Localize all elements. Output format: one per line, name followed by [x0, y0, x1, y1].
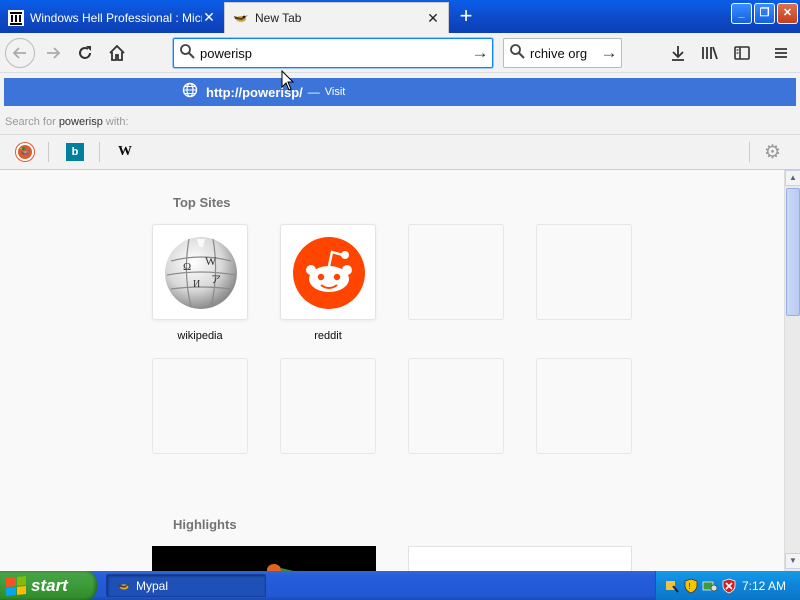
- tab-close-icon[interactable]: ✕: [426, 10, 440, 27]
- highlight-thumbnail: [267, 564, 294, 571]
- minimize-button[interactable]: _: [731, 3, 752, 24]
- search-for-prefix: Search for: [5, 116, 56, 128]
- back-arrow-icon: [12, 47, 26, 59]
- scroll-thumb[interactable]: [786, 188, 800, 316]
- top-site-reddit[interactable]: [280, 224, 376, 320]
- top-sites-heading: Top Sites: [173, 195, 231, 210]
- start-button[interactable]: start: [0, 571, 97, 600]
- svg-text:!: !: [689, 582, 691, 591]
- tab-label: New Tab: [255, 11, 302, 25]
- top-site-wikipedia[interactable]: Ω W И ア: [152, 224, 248, 320]
- svg-text:Ω: Ω: [183, 261, 191, 273]
- one-off-search-engines: 🦆 b W ⚙: [0, 134, 800, 168]
- menu-button[interactable]: [766, 38, 796, 68]
- title-bar: Windows Hell Professional : Micros ✕ New…: [0, 0, 800, 33]
- search-go-arrow-icon[interactable]: →: [597, 43, 621, 63]
- network-icon[interactable]: [702, 578, 718, 594]
- home-button[interactable]: [102, 38, 132, 68]
- download-icon: [672, 46, 684, 61]
- mypal-icon: [117, 582, 131, 589]
- top-site-label: reddit: [314, 330, 342, 342]
- reload-icon: [79, 46, 91, 59]
- highlights-heading: Highlights: [173, 517, 237, 532]
- tab-new-tab[interactable]: New Tab ✕: [224, 2, 449, 33]
- wikipedia-icon[interactable]: W: [116, 143, 134, 161]
- svg-text:ア: ア: [211, 275, 221, 286]
- sidebar-icon: [734, 46, 750, 60]
- scroll-up-arrow-icon[interactable]: ▲: [785, 170, 800, 186]
- divider: [749, 142, 750, 162]
- search-for-suffix: with:: [105, 116, 129, 128]
- windows-flag-icon: [6, 575, 26, 596]
- autocomplete-popup: http://powerisp/ — Visit Search for powe…: [0, 73, 800, 170]
- taskbar: start Mypal ! 7:12 AM: [0, 571, 800, 600]
- divider: [99, 142, 100, 162]
- new-tab-plus-icon[interactable]: +: [455, 5, 477, 28]
- suggestion-separator: —: [307, 85, 320, 99]
- nav-toolbar: powerisp → rchive org →: [0, 33, 800, 73]
- system-tray: ! 7:12 AM: [655, 571, 800, 600]
- clock: 7:12 AM: [741, 578, 786, 593]
- security-shield-icon[interactable]: !: [683, 578, 699, 594]
- downloads-button[interactable]: [663, 38, 693, 68]
- address-input[interactable]: powerisp: [200, 46, 468, 61]
- sidebar-button[interactable]: [727, 38, 757, 68]
- search-icon: [174, 43, 200, 63]
- taskbar-item-mypal[interactable]: Mypal: [106, 574, 266, 597]
- taskbar-item-label: Mypal: [136, 578, 169, 593]
- highlight-card[interactable]: [152, 546, 376, 571]
- new-tab-page: Top Sites Ω W И ア wikipedia reddit Highl…: [0, 170, 784, 571]
- reddit-alien-icon: [293, 237, 365, 309]
- top-site-empty[interactable]: [152, 358, 248, 454]
- tab-close-icon[interactable]: ✕: [202, 9, 216, 26]
- forward-button[interactable]: [38, 38, 68, 68]
- wikipedia-globe-icon: Ω W И ア: [165, 237, 237, 309]
- search-icon: [504, 43, 530, 63]
- start-label: start: [31, 575, 68, 595]
- vertical-scrollbar[interactable]: ▲ ▼: [784, 170, 800, 571]
- back-button[interactable]: [5, 38, 35, 68]
- security-alert-icon[interactable]: [721, 578, 737, 594]
- home-icon: [109, 44, 125, 61]
- top-site-empty[interactable]: [408, 358, 504, 454]
- search-input[interactable]: rchive org: [530, 46, 597, 61]
- mypal-icon: [234, 15, 248, 22]
- tab-label: Windows Hell Professional : Micros: [30, 10, 202, 25]
- search-for-term: powerisp: [58, 116, 103, 128]
- search-for-label: Search for powerisp with:: [5, 116, 129, 128]
- top-site-empty[interactable]: [280, 358, 376, 454]
- scroll-down-arrow-icon[interactable]: ▼: [785, 553, 800, 569]
- autocomplete-suggestion[interactable]: http://powerisp/ — Visit: [4, 78, 796, 106]
- bing-icon[interactable]: b: [66, 143, 84, 161]
- svg-text:W: W: [205, 254, 217, 268]
- reload-button[interactable]: [70, 38, 100, 68]
- close-window-button[interactable]: ✕: [777, 3, 798, 24]
- svg-text:И: И: [193, 279, 200, 290]
- gear-icon[interactable]: ⚙: [764, 141, 781, 164]
- library-button[interactable]: [695, 38, 725, 68]
- top-site-empty[interactable]: [536, 358, 632, 454]
- suggestion-action: Visit: [324, 86, 346, 98]
- search-bar[interactable]: rchive org →: [503, 38, 622, 68]
- tray-app-icon[interactable]: [664, 578, 680, 594]
- restore-button[interactable]: ❐: [754, 3, 775, 24]
- top-site-empty[interactable]: [408, 224, 504, 320]
- globe-icon: [182, 82, 198, 102]
- top-site-empty[interactable]: [536, 224, 632, 320]
- library-icon: [702, 46, 718, 60]
- duckduckgo-icon[interactable]: 🦆: [16, 143, 34, 161]
- mouse-cursor-icon: [281, 70, 295, 91]
- top-site-label: wikipedia: [177, 330, 223, 342]
- address-bar[interactable]: powerisp →: [173, 38, 493, 68]
- hamburger-icon: [775, 48, 787, 58]
- archive-org-icon: [8, 9, 24, 26]
- go-arrow-icon[interactable]: →: [468, 43, 492, 63]
- divider: [48, 142, 49, 162]
- highlight-card[interactable]: [408, 546, 632, 571]
- forward-arrow-icon: [47, 47, 61, 59]
- tab-windows-hell[interactable]: Windows Hell Professional : Micros ✕: [0, 2, 224, 33]
